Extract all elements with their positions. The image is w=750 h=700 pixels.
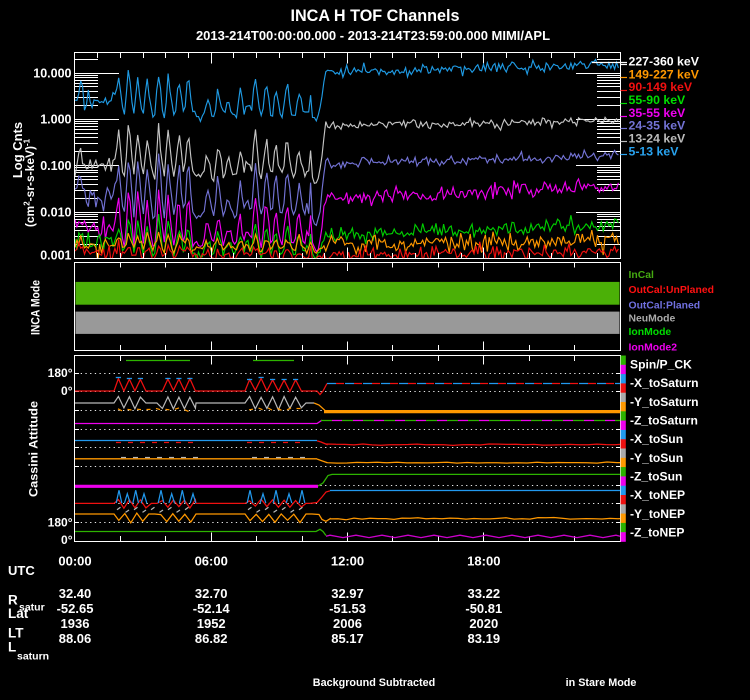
svg-text:-Z_toNEP: -Z_toNEP — [630, 525, 684, 539]
svg-text:86.82: 86.82 — [195, 631, 228, 646]
svg-text:-51.53: -51.53 — [329, 601, 366, 616]
svg-text:06:00: 06:00 — [195, 554, 228, 569]
svg-text:InCal: InCal — [629, 270, 655, 281]
svg-text:00:00: 00:00 — [58, 554, 91, 569]
svg-text:-Z_toSun: -Z_toSun — [630, 470, 682, 484]
svg-text:1952: 1952 — [197, 616, 226, 631]
svg-text:-52.14: -52.14 — [193, 601, 231, 616]
svg-text:in Stare Mode: in Stare Mode — [566, 677, 637, 689]
svg-text:32.40: 32.40 — [59, 586, 92, 601]
svg-text:saturn: saturn — [17, 651, 49, 663]
svg-text:10.000: 10.000 — [33, 66, 71, 80]
svg-text:OutCal:UnPlaned: OutCal:UnPlaned — [629, 285, 714, 296]
svg-text:-X_toSun: -X_toSun — [630, 432, 683, 446]
svg-text:0.100: 0.100 — [40, 159, 71, 173]
svg-text:Lat: Lat — [8, 606, 29, 621]
svg-text:0°: 0° — [61, 384, 73, 398]
svg-text:Background Subtracted: Background Subtracted — [313, 677, 435, 689]
svg-text:1936: 1936 — [61, 616, 90, 631]
svg-text:32.70: 32.70 — [195, 586, 228, 601]
svg-text:0°: 0° — [61, 533, 73, 547]
svg-text:180°: 180° — [48, 515, 73, 529]
svg-text:IonMode: IonMode — [629, 327, 672, 338]
svg-text:1.000: 1.000 — [40, 113, 71, 127]
svg-text:0.010: 0.010 — [40, 206, 71, 220]
svg-text:-Y_toSun: -Y_toSun — [630, 451, 683, 465]
svg-text:2013-214T00:00:00.000 - 2013-2: 2013-214T00:00:00.000 - 2013-214T23:59:0… — [196, 28, 550, 43]
svg-text:INCA H TOF Channels: INCA H TOF Channels — [290, 7, 459, 25]
svg-text:88.06: 88.06 — [59, 631, 92, 646]
svg-text:-X_toSaturn: -X_toSaturn — [630, 376, 699, 390]
svg-text:INCA Mode: INCA Mode — [29, 280, 43, 335]
svg-text:-50.81: -50.81 — [465, 601, 502, 616]
svg-text:L: L — [8, 640, 16, 655]
svg-text:12:00: 12:00 — [331, 554, 364, 569]
svg-text:NeuMode: NeuMode — [629, 314, 676, 325]
svg-text:IonMode2: IonMode2 — [629, 343, 678, 354]
svg-text:90-149 keV: 90-149 keV — [629, 80, 693, 94]
svg-text:0.001: 0.001 — [40, 248, 71, 262]
svg-text:(cm2-sr-s-keV)-1: (cm2-sr-s-keV)-1 — [23, 138, 38, 227]
svg-text:2020: 2020 — [469, 616, 498, 631]
svg-text:32.97: 32.97 — [331, 586, 364, 601]
svg-text:OutCal:Planed: OutCal:Planed — [629, 300, 701, 311]
svg-text:85.17: 85.17 — [331, 631, 364, 646]
svg-text:-Y_toSaturn: -Y_toSaturn — [630, 395, 699, 409]
svg-text:Spin/P_CK: Spin/P_CK — [630, 358, 692, 372]
svg-text:UTC: UTC — [8, 563, 35, 578]
svg-text:83.19: 83.19 — [468, 631, 501, 646]
svg-text:-Y_toNEP: -Y_toNEP — [630, 507, 685, 521]
svg-text:5-13 keV: 5-13 keV — [629, 144, 680, 158]
svg-text:33.22: 33.22 — [468, 586, 501, 601]
svg-text:180°: 180° — [48, 366, 73, 380]
svg-text:LT: LT — [8, 626, 24, 641]
svg-text:-X_toNEP: -X_toNEP — [630, 488, 685, 502]
svg-text:18:00: 18:00 — [467, 554, 500, 569]
svg-text:-52.65: -52.65 — [57, 601, 94, 616]
svg-text:2006: 2006 — [333, 616, 362, 631]
svg-text:-Z_toSaturn: -Z_toSaturn — [630, 414, 698, 428]
svg-text:Cassini Attitude: Cassini Attitude — [27, 401, 41, 497]
